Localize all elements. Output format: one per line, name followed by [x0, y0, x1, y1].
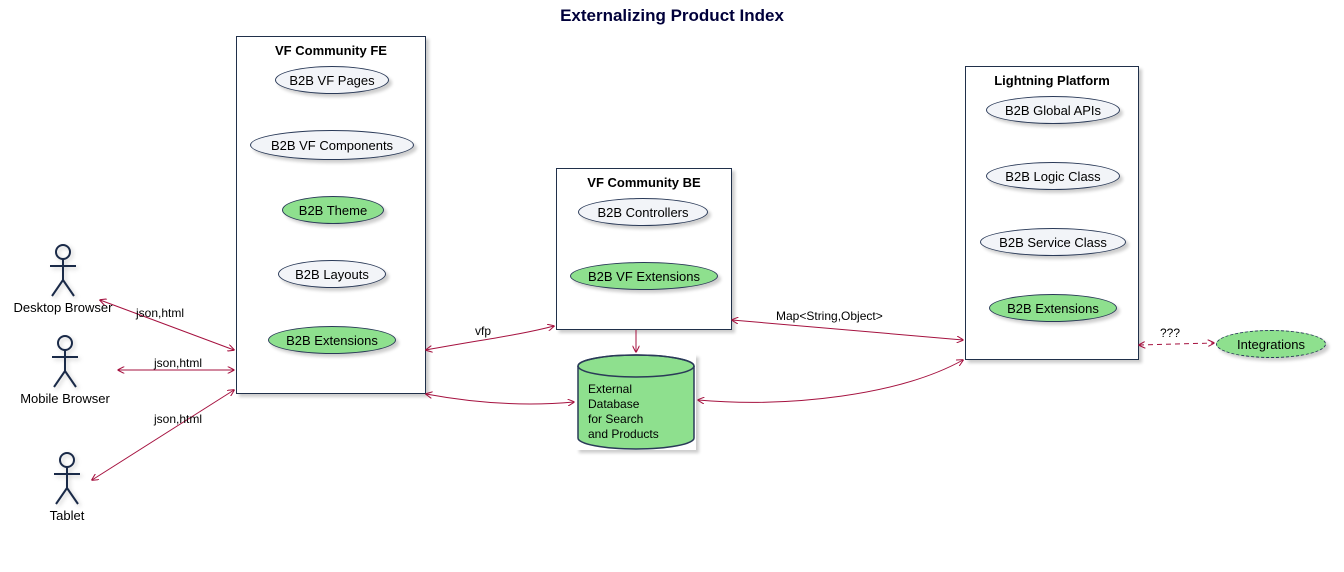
edge-label-jsonhtml-tablet: json,html [154, 412, 202, 426]
usecase-b2b-vf-pages: B2B VF Pages [275, 66, 389, 94]
package-fe-title: VF Community FE [237, 43, 425, 58]
edge-label-jsonhtml-desktop: json,html [136, 306, 184, 320]
edge-label-vfp: vfp [475, 324, 491, 338]
database-label: External Database for Search and Product… [588, 382, 659, 442]
usecase-b2b-vf-extensions: B2B VF Extensions [570, 262, 718, 290]
usecase-b2b-extensions-fe: B2B Extensions [268, 326, 396, 354]
usecase-b2b-extensions-lp: B2B Extensions [989, 294, 1117, 322]
actor-tablet: Tablet [42, 452, 92, 523]
edge-label-jsonhtml-mobile: json,html [154, 356, 202, 370]
edge-label-qqq: ??? [1160, 326, 1180, 340]
usecase-b2b-controllers: B2B Controllers [578, 198, 708, 226]
usecase-b2b-vf-components: B2B VF Components [250, 130, 414, 160]
actor-mobile-label: Mobile Browser [10, 391, 120, 406]
database-external: External Database for Search and Product… [576, 354, 696, 450]
edge-label-map: Map<String,Object> [776, 309, 883, 323]
usecase-b2b-service-class: B2B Service Class [980, 228, 1126, 256]
actor-desktop: Desktop Browser [2, 244, 124, 315]
usecase-b2b-layouts: B2B Layouts [278, 260, 386, 288]
usecase-b2b-global-apis: B2B Global APIs [986, 96, 1120, 124]
usecase-b2b-logic-class: B2B Logic Class [986, 162, 1120, 190]
package-lp-title: Lightning Platform [966, 73, 1138, 88]
package-be-title: VF Community BE [557, 175, 731, 190]
actor-tablet-label: Tablet [42, 508, 92, 523]
usecase-b2b-theme: B2B Theme [282, 196, 384, 224]
usecase-integrations: Integrations [1216, 330, 1326, 358]
actor-desktop-label: Desktop Browser [2, 300, 124, 315]
actor-mobile: Mobile Browser [10, 335, 120, 406]
package-vf-community-be: VF Community BE [556, 168, 732, 330]
diagram-title: Externalizing Product Index [0, 6, 1344, 26]
